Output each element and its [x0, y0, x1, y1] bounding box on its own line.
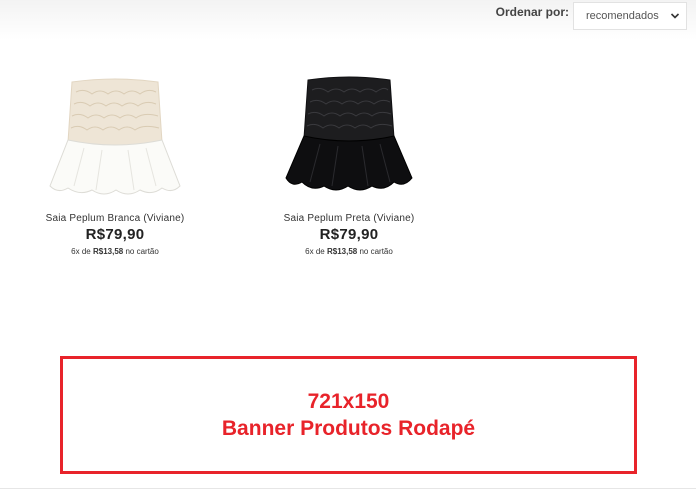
banner-title: Banner Produtos Rodapé	[221, 417, 476, 440]
sort-selected-value: recomendados	[586, 10, 659, 22]
banner-size-text: 721x150	[307, 390, 390, 413]
black-peplum-skirt-image[interactable]	[278, 72, 420, 202]
product-installment: 6x de R$13,58 no cartão	[305, 247, 393, 256]
product-card[interactable]: Saia Peplum Preta (Viviane) R$79,90 6x d…	[278, 72, 420, 259]
chevron-down-icon	[670, 13, 680, 19]
sort-select[interactable]: recomendados	[573, 2, 687, 30]
product-price: R$79,90	[85, 226, 145, 243]
divider	[0, 488, 696, 489]
sort-bar: Ordenar por: recomendados	[496, 1, 687, 31]
product-name[interactable]: Saia Peplum Preta (Viviane)	[278, 212, 420, 225]
product-installment: 6x de R$13,58 no cartão	[71, 247, 159, 256]
footer-banner[interactable]: 721x150 Banner Produtos Rodapé	[60, 356, 637, 474]
product-name[interactable]: Saia Peplum Branca (Viviane)	[44, 212, 186, 225]
product-price: R$79,90	[319, 226, 379, 243]
white-peplum-skirt-image[interactable]	[44, 72, 186, 202]
sort-label: Ordenar por:	[495, 5, 569, 19]
product-card[interactable]: Saia Peplum Branca (Viviane) R$79,90 6x …	[44, 72, 186, 259]
